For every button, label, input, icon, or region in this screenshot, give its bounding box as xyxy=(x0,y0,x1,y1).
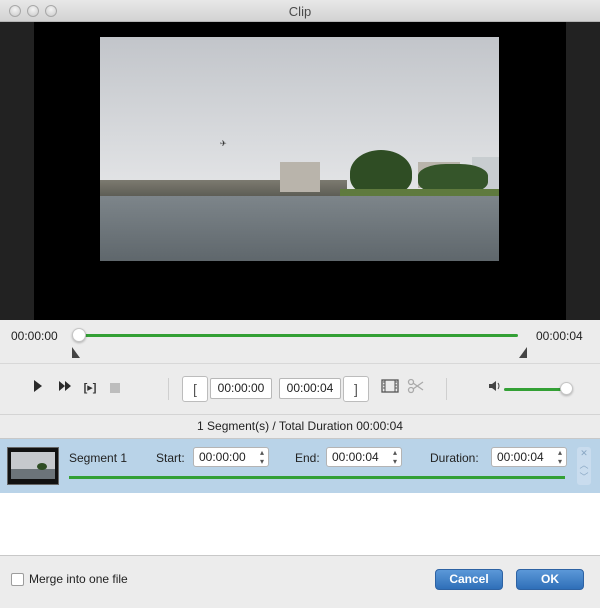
speaker-icon[interactable] xyxy=(488,380,502,395)
set-end-button[interactable]: ] xyxy=(343,376,369,402)
delete-segment-icon[interactable]: ✕ xyxy=(577,447,591,459)
window-title: Clip xyxy=(288,4,312,19)
play-icon[interactable] xyxy=(31,379,45,397)
volume-knob[interactable] xyxy=(560,382,573,395)
footer-bar: Merge into one file Cancel OK xyxy=(0,556,600,608)
merge-checkbox[interactable] xyxy=(11,573,24,586)
ok-button[interactable]: OK xyxy=(516,569,584,590)
segment-end-stepper[interactable]: 00:00:04 ▴ ▾ xyxy=(326,447,402,467)
title-bar: Clip xyxy=(0,0,600,22)
timeline-start-time: 00:00:00 xyxy=(11,329,58,343)
timeline: 00:00:00 00:00:04 xyxy=(0,320,600,364)
segment-side-controls[interactable]: ✕ ︿ ﹀ xyxy=(577,447,591,485)
segment-duration-label: Duration: xyxy=(430,451,479,465)
stop-icon[interactable] xyxy=(109,379,121,397)
segment-name: Segment 1 xyxy=(69,451,128,465)
clip-window: Clip ✈ 00:00:00 00:00:04 [▸] [ 00:00:00 … xyxy=(0,0,600,608)
segment-duration-stepper[interactable]: 00:00:04 ▴ ▾ xyxy=(491,447,567,467)
segment-summary: 1 Segment(s) / Total Duration 00:00:04 xyxy=(0,414,600,438)
start-marker[interactable] xyxy=(72,347,80,358)
set-start-button[interactable]: [ xyxy=(182,376,208,402)
stepper-arrows-icon[interactable]: ▴ ▾ xyxy=(260,448,264,466)
frame-step-icon[interactable]: [▸] xyxy=(81,379,99,397)
segment-start-stepper[interactable]: 00:00:00 ▴ ▾ xyxy=(193,447,269,467)
segment-list: Segment 1 Start: 00:00:00 ▴ ▾ End: 00:00:… xyxy=(0,438,600,556)
segment-thumbnail xyxy=(7,447,59,485)
move-down-icon[interactable]: ﹀ xyxy=(577,471,591,483)
scissors-icon[interactable] xyxy=(405,378,427,400)
end-time-field[interactable]: 00:00:04 xyxy=(279,378,341,399)
table-row[interactable]: Segment 1 Start: 00:00:00 ▴ ▾ End: 00:00:… xyxy=(0,439,600,493)
film-clip-icon[interactable] xyxy=(379,378,401,400)
stepper-arrows-icon[interactable]: ▴ ▾ xyxy=(393,448,397,466)
segment-progress-bar xyxy=(69,476,565,479)
playback-controls: [▸] [ 00:00:00 00:00:04 ] xyxy=(0,364,600,414)
volume-track[interactable] xyxy=(504,388,566,391)
segment-start-label: Start: xyxy=(156,451,185,465)
merge-label: Merge into one file xyxy=(29,572,128,586)
playhead-knob[interactable] xyxy=(72,328,86,342)
fast-forward-icon[interactable] xyxy=(57,379,73,397)
video-frame: ✈ xyxy=(100,37,499,261)
start-time-field[interactable]: 00:00:00 xyxy=(210,378,272,399)
timeline-end-time: 00:00:04 xyxy=(536,329,583,343)
timeline-track[interactable] xyxy=(79,334,518,337)
cancel-button[interactable]: Cancel xyxy=(435,569,503,590)
end-marker[interactable] xyxy=(519,347,527,358)
segment-end-label: End: xyxy=(295,451,320,465)
stepper-arrows-icon[interactable]: ▴ ▾ xyxy=(558,448,562,466)
move-up-icon[interactable]: ︿ xyxy=(577,459,591,471)
